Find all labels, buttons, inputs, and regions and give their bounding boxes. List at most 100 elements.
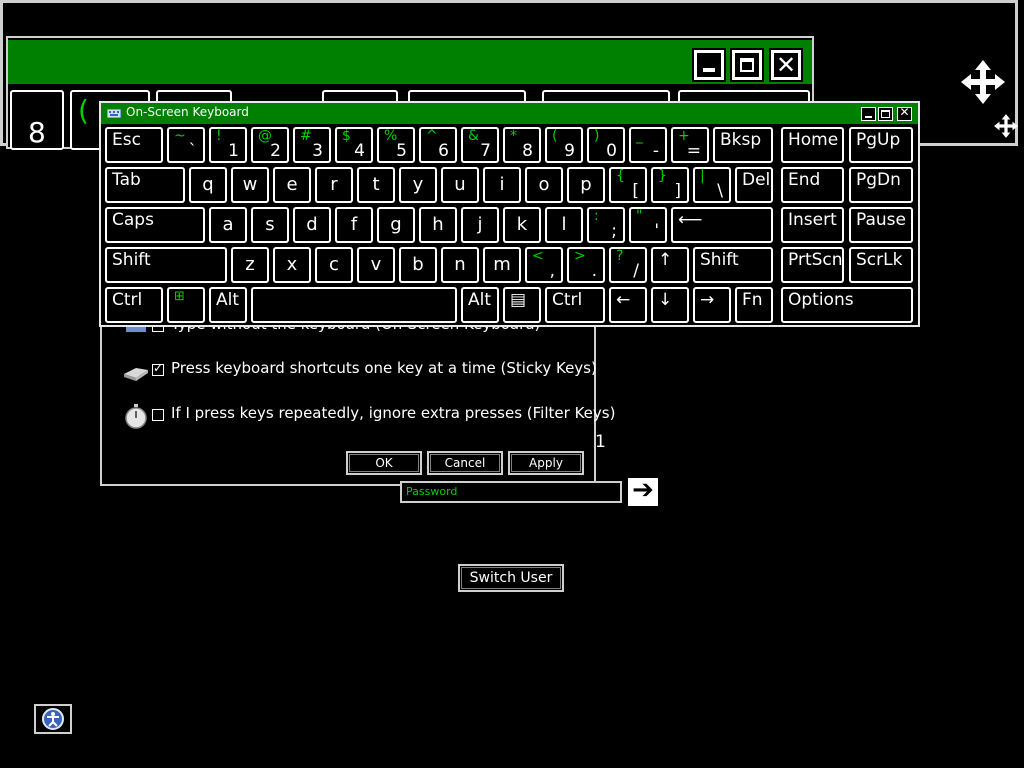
key-ScrLk[interactable]: ScrLk <box>847 245 915 285</box>
key-⊞[interactable]: ⊞ <box>165 285 207 325</box>
ease-of-access-button[interactable] <box>34 704 72 734</box>
key-o[interactable]: o <box>523 165 565 205</box>
key-label: ⊞ <box>174 289 185 304</box>
key-/[interactable]: ? / <box>607 245 649 285</box>
cancel-button[interactable]: Cancel <box>427 451 503 475</box>
key--[interactable]: _ - <box>627 125 669 165</box>
key-i[interactable]: i <box>481 165 523 205</box>
checkbox-sticky-keys[interactable] <box>152 361 164 376</box>
key-End[interactable]: End <box>779 165 846 205</box>
key-h[interactable]: h <box>417 205 459 245</box>
key-→[interactable]: → <box>691 285 733 325</box>
move-arrows-icon[interactable] <box>993 113 1019 139</box>
key-Esc[interactable]: Esc <box>103 125 165 165</box>
minimize-button[interactable] <box>861 107 876 121</box>
key-Ctrl[interactable]: Ctrl <box>543 285 607 325</box>
key-shift-label: { <box>616 168 625 184</box>
key-Insert[interactable]: Insert <box>779 205 846 245</box>
key-w[interactable]: w <box>229 165 271 205</box>
key-u[interactable]: u <box>439 165 481 205</box>
key-Options[interactable]: Options <box>779 285 915 325</box>
close-button[interactable]: ✕ <box>897 105 912 121</box>
key-m[interactable]: m <box>481 245 523 285</box>
key-y[interactable]: y <box>397 165 439 205</box>
key-,[interactable]: <, <box>523 245 565 285</box>
apply-button[interactable]: Apply <box>508 451 584 475</box>
key-Shift[interactable]: Shift <box>103 245 229 285</box>
move-arrows-icon[interactable] <box>959 58 1007 106</box>
key-n[interactable]: n <box>439 245 481 285</box>
key-a[interactable]: a <box>207 205 249 245</box>
key-PgUp[interactable]: PgUp <box>847 125 915 165</box>
maximize-button[interactable] <box>732 50 762 80</box>
key-9[interactable]: (9 <box>543 125 585 165</box>
key-f[interactable]: f <box>333 205 375 245</box>
key-][interactable]: }] <box>649 165 691 205</box>
maximize-button[interactable] <box>878 107 893 121</box>
key-space[interactable] <box>249 285 459 325</box>
key-←[interactable]: ← <box>607 285 649 325</box>
key-5[interactable]: % 5 <box>375 125 417 165</box>
key-3[interactable]: #3 <box>291 125 333 165</box>
key-v[interactable]: v <box>355 245 397 285</box>
key-d[interactable]: d <box>291 205 333 245</box>
key-x[interactable]: x <box>271 245 313 285</box>
ok-button[interactable]: OK <box>346 451 422 475</box>
key-label: Tab <box>112 170 141 190</box>
key-j[interactable]: j <box>459 205 501 245</box>
key-.[interactable]: >. <box>565 245 607 285</box>
key-↓[interactable]: ↓ <box>649 285 691 325</box>
bg-key-8[interactable]: 8 <box>10 90 64 150</box>
key-2[interactable]: @2 <box>249 125 291 165</box>
key-Caps[interactable]: Caps <box>103 205 207 245</box>
key-↑[interactable]: ↑ <box>649 245 691 285</box>
password-input[interactable]: Password <box>400 481 622 503</box>
osk-titlebar[interactable]: On-Screen Keyboard ✕ <box>101 103 918 124</box>
key-=[interactable]: + = <box>669 125 711 165</box>
key-s[interactable]: s <box>249 205 291 245</box>
key-Bksp[interactable]: Bksp <box>711 125 775 165</box>
key-Alt[interactable]: Alt <box>459 285 501 325</box>
key-⟵[interactable]: ⟵ <box>669 205 775 245</box>
key-Pause[interactable]: Pause <box>847 205 915 245</box>
key-Home[interactable]: Home <box>779 125 846 165</box>
checkbox-filter-keys[interactable] <box>152 409 164 421</box>
key-'[interactable]: " ' <box>627 205 669 245</box>
key-q[interactable]: q <box>187 165 229 205</box>
key-Fn[interactable]: Fn <box>733 285 775 325</box>
key-Ctrl[interactable]: Ctrl <box>103 285 165 325</box>
key-Del[interactable]: Del <box>733 165 775 205</box>
key-c[interactable]: c <box>313 245 355 285</box>
key-t[interactable]: t <box>355 165 397 205</box>
key-PrtScn[interactable]: PrtScn <box>779 245 846 285</box>
submit-arrow-button[interactable]: ➔ <box>628 477 658 506</box>
key-[[interactable]: {[ <box>607 165 649 205</box>
key-8[interactable]: * 8 <box>501 125 543 165</box>
key-;[interactable]: :; <box>585 205 627 245</box>
key-\[interactable]: | \ <box>691 165 733 205</box>
key-7[interactable]: & 7 <box>459 125 501 165</box>
key-`[interactable]: ~ ` <box>165 125 207 165</box>
key-0[interactable]: ) 0 <box>585 125 627 165</box>
key-1[interactable]: ! 1 <box>207 125 249 165</box>
key-p[interactable]: p <box>565 165 607 205</box>
key-PgDn[interactable]: PgDn <box>847 165 915 205</box>
switch-user-button[interactable]: Switch User <box>458 564 564 592</box>
option-filter-keys[interactable]: If I press keys repeatedly, ignore extra… <box>102 403 615 429</box>
key-▤[interactable]: ▤ <box>501 285 543 325</box>
key-z[interactable]: z <box>229 245 271 285</box>
key-b[interactable]: b <box>397 245 439 285</box>
close-button[interactable]: ✕ <box>771 50 801 80</box>
key-g[interactable]: g <box>375 205 417 245</box>
key-Tab[interactable]: Tab <box>103 165 187 205</box>
key-l[interactable]: l <box>543 205 585 245</box>
option-sticky-keys[interactable]: Press keyboard shortcuts one key at a ti… <box>102 358 597 384</box>
key-4[interactable]: $4 <box>333 125 375 165</box>
key-Alt[interactable]: Alt <box>207 285 249 325</box>
key-Shift[interactable]: Shift <box>691 245 775 285</box>
key-r[interactable]: r <box>313 165 355 205</box>
key-k[interactable]: k <box>501 205 543 245</box>
key-e[interactable]: e <box>271 165 313 205</box>
key-6[interactable]: ^ 6 <box>417 125 459 165</box>
minimize-button[interactable] <box>694 50 724 80</box>
